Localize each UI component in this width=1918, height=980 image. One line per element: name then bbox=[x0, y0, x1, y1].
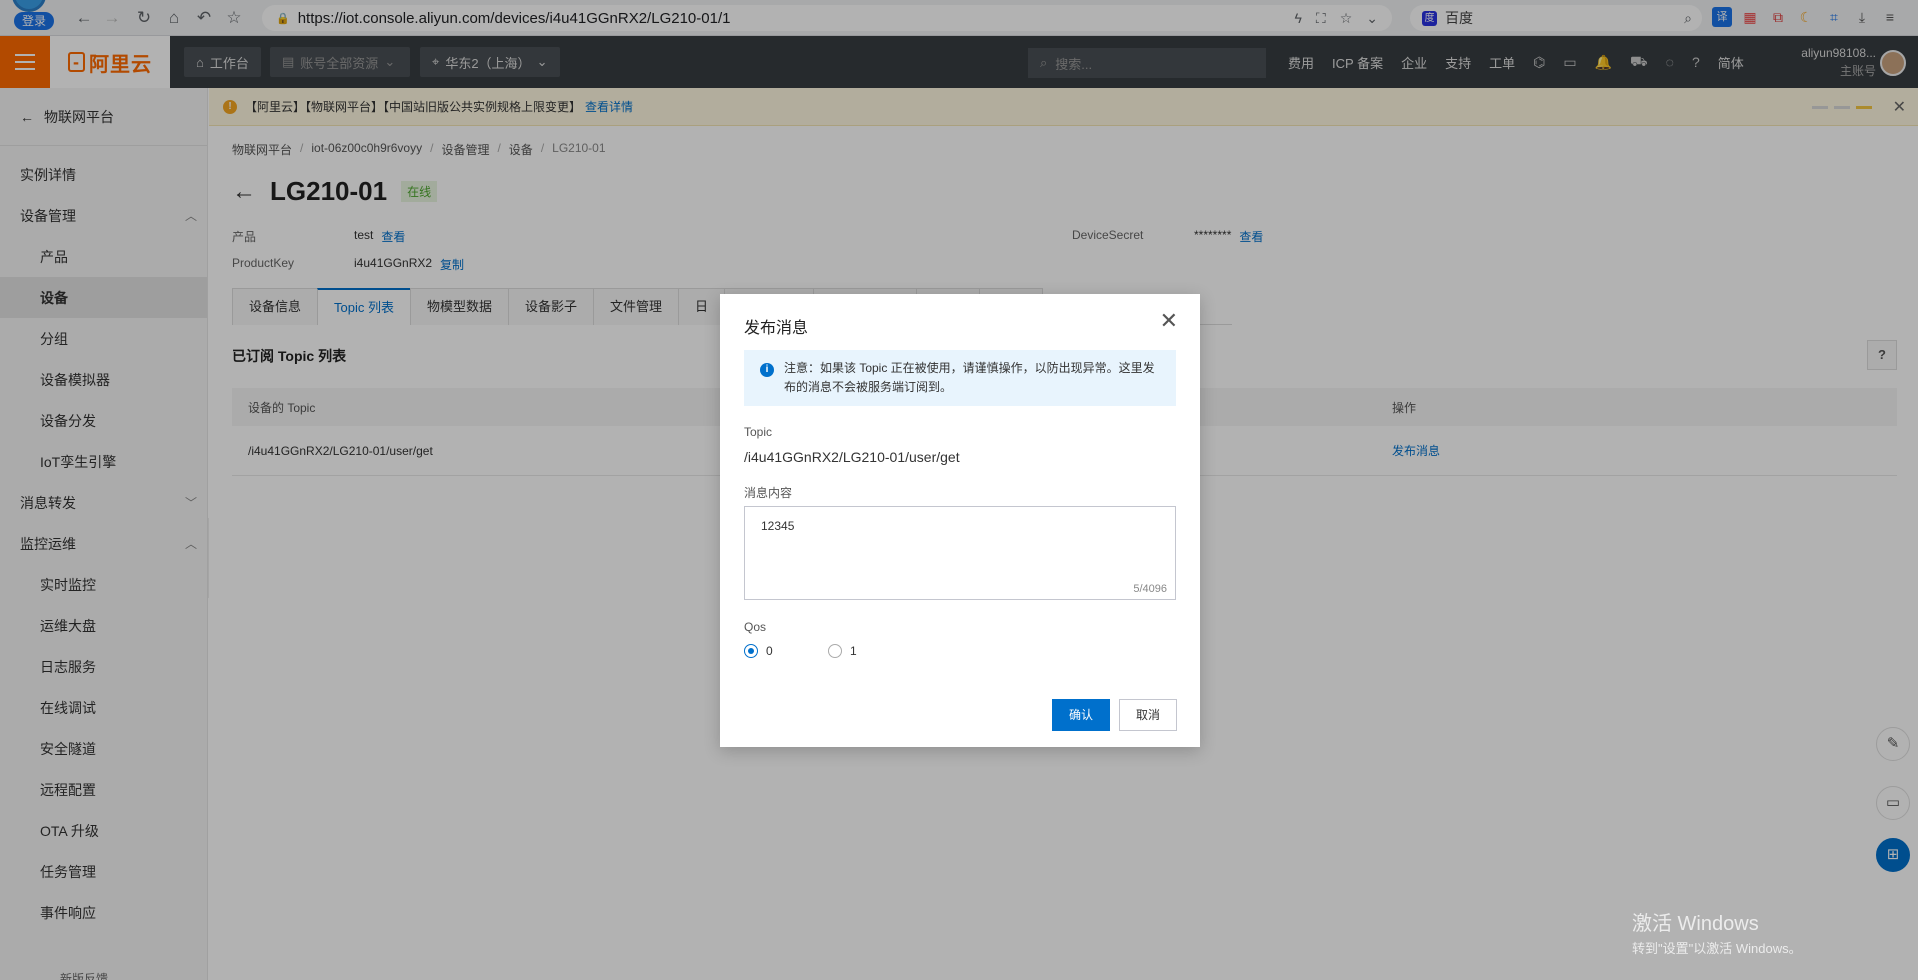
publish-message-dialog: 发布消息 ✕ i 注意：如果该 Topic 正在被使用，请谨慎操作，以防出现异常… bbox=[720, 294, 1200, 747]
topic-label: Topic bbox=[744, 425, 773, 439]
qos-radio-0[interactable]: 0 bbox=[744, 644, 773, 658]
topic-value: /i4u41GGnRX2/LG210-01/user/get bbox=[744, 449, 960, 465]
cancel-button[interactable]: 取消 bbox=[1119, 699, 1177, 731]
close-icon[interactable]: ✕ bbox=[1160, 310, 1178, 332]
windows-activation-watermark: 激活 Windows 转到"设置"以激活 Windows。 bbox=[1632, 913, 1802, 956]
confirm-button[interactable]: 确认 bbox=[1052, 699, 1110, 731]
radio-selected-icon bbox=[744, 644, 758, 658]
info-alert: i 注意：如果该 Topic 正在被使用，请谨慎操作，以防出现异常。这里发 布的… bbox=[744, 350, 1176, 406]
message-content-textarea[interactable]: 12345 5/4096 bbox=[744, 506, 1176, 600]
qos-radio-1[interactable]: 1 bbox=[828, 644, 857, 658]
content-label: 消息内容 bbox=[744, 486, 793, 500]
char-count: 5/4096 bbox=[1133, 583, 1167, 595]
qos-label: Qos bbox=[744, 620, 767, 634]
dialog-title: 发布消息 bbox=[744, 320, 809, 337]
radio-unselected-icon bbox=[828, 644, 842, 658]
info-icon: i bbox=[760, 363, 774, 377]
